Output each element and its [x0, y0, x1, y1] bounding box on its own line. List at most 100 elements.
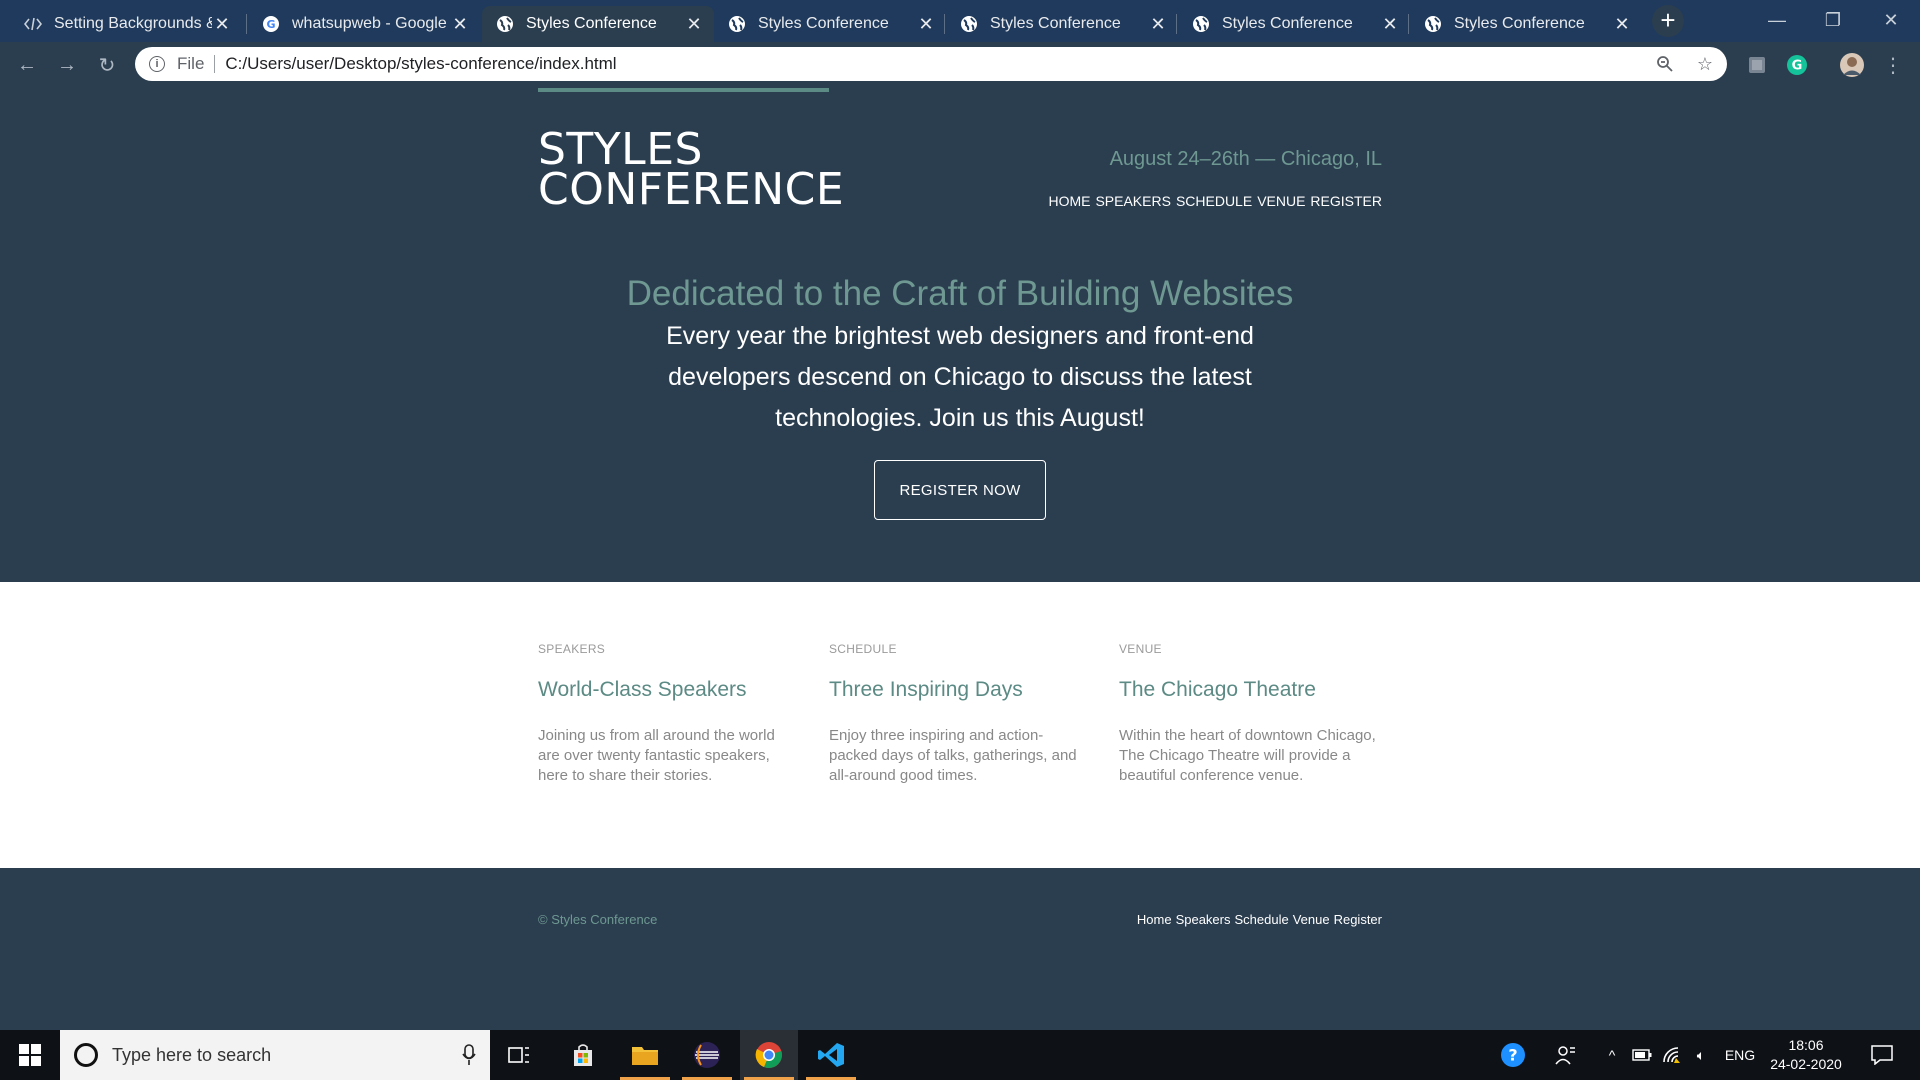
- restore-icon[interactable]: ❐: [1810, 0, 1856, 40]
- wifi-icon[interactable]: [1658, 1030, 1686, 1080]
- browser-tab[interactable]: G whatsupweb - Google S ✕: [248, 6, 480, 42]
- feature-text: Within the heart of downtown Chicago, Th…: [1119, 727, 1376, 784]
- zoom-icon[interactable]: [1655, 54, 1675, 74]
- footer-nav-speakers[interactable]: Speakers: [1176, 912, 1231, 927]
- browser-tab-active[interactable]: Styles Conference ✕: [482, 6, 714, 42]
- footer-nav-venue[interactable]: Venue: [1293, 912, 1330, 927]
- info-icon[interactable]: i: [149, 56, 165, 72]
- browser-tab[interactable]: Styles Conference ✕: [1178, 6, 1410, 42]
- browser-tab[interactable]: Styles Conference ✕: [714, 6, 946, 42]
- svg-text:G: G: [1792, 59, 1803, 74]
- chevron-up-icon[interactable]: ^: [1600, 1030, 1624, 1080]
- task-view-icon[interactable]: [490, 1030, 548, 1080]
- close-icon[interactable]: ✕: [1612, 14, 1632, 34]
- svg-text:G: G: [266, 18, 275, 31]
- feature-venue: VENUE The Chicago Theatre Within the hea…: [1119, 642, 1379, 786]
- close-window-icon[interactable]: ✕: [1868, 0, 1914, 40]
- hero-tagline: Dedicated to the Craft of Building Websi…: [626, 274, 1294, 313]
- help-icon[interactable]: ?: [1490, 1030, 1536, 1080]
- grammarly-icon[interactable]: G: [1782, 50, 1812, 80]
- url-scheme: File: [177, 54, 205, 73]
- microphone-icon[interactable]: [462, 1044, 476, 1066]
- clock[interactable]: 18:06 24-02-2020: [1766, 1036, 1846, 1074]
- windows-start-icon[interactable]: [0, 1030, 60, 1080]
- tab-title: Styles Conference: [1454, 15, 1585, 32]
- header-accent-line: [538, 88, 829, 92]
- eclipse-icon[interactable]: [678, 1030, 736, 1080]
- globe-icon: [1192, 15, 1210, 33]
- tab-title: Styles Conference: [990, 15, 1121, 32]
- volume-icon[interactable]: 🔈︎: [1688, 1030, 1714, 1080]
- primary-nav: HOME SPEAKERS SCHEDULE VENUE REGISTER: [1048, 193, 1382, 209]
- close-icon[interactable]: ✕: [684, 14, 704, 34]
- footer-nav-home[interactable]: Home: [1137, 912, 1172, 927]
- minimize-icon[interactable]: —: [1754, 0, 1800, 40]
- language-indicator[interactable]: ENG: [1720, 1030, 1760, 1080]
- browser-tab[interactable]: Styles Conference ✕: [946, 6, 1178, 42]
- address-bar[interactable]: i File C:/Users/user/Desktop/styles-conf…: [135, 47, 1727, 81]
- feature-title[interactable]: Three Inspiring Days: [829, 678, 1089, 702]
- site-logo[interactable]: STYLES CONFERENCE: [538, 128, 844, 212]
- url-divider: [214, 55, 216, 73]
- forward-icon[interactable]: →: [52, 50, 82, 80]
- footer-nav: Home Speakers Schedule Venue Register: [1137, 912, 1382, 927]
- battery-icon[interactable]: [1628, 1030, 1656, 1080]
- file-explorer-icon[interactable]: [616, 1030, 674, 1080]
- event-dates: August 24–26th — Chicago, IL: [1109, 148, 1382, 170]
- nav-schedule[interactable]: SCHEDULE: [1176, 193, 1252, 209]
- tab-title: Styles Conference: [526, 15, 657, 32]
- tab-title: Styles Conference: [1222, 15, 1353, 32]
- feature-title[interactable]: World-Class Speakers: [538, 678, 798, 702]
- feature-title[interactable]: The Chicago Theatre: [1119, 678, 1379, 702]
- close-icon[interactable]: ✕: [450, 14, 470, 34]
- taskbar-search[interactable]: Type here to search: [60, 1030, 490, 1080]
- back-icon[interactable]: ←: [12, 50, 42, 80]
- google-icon: G: [262, 15, 280, 33]
- page-footer: © Styles Conference Home Speakers Schedu…: [0, 868, 1920, 1030]
- chrome-icon[interactable]: [740, 1030, 798, 1080]
- tab-divider: [1176, 14, 1177, 34]
- feature-speakers: SPEAKERS World-Class Speakers Joining us…: [538, 642, 798, 786]
- feature-text: Enjoy three inspiring and action-packed …: [829, 727, 1077, 784]
- tab-title: whatsupweb - Google S: [292, 15, 450, 32]
- tab-title: Setting Backgrounds &: [54, 15, 212, 32]
- new-tab-button[interactable]: +: [1652, 5, 1684, 37]
- footer-nav-register[interactable]: Register: [1334, 912, 1382, 927]
- feature-text: Joining us from all around the world are…: [538, 727, 775, 784]
- copyright-text: © Styles Conference: [538, 912, 658, 927]
- nav-home[interactable]: HOME: [1048, 193, 1090, 209]
- people-icon[interactable]: [1546, 1030, 1586, 1080]
- nav-venue[interactable]: VENUE: [1257, 193, 1305, 209]
- browser-tab[interactable]: Styles Conference ✕: [1410, 6, 1642, 42]
- extension-icon[interactable]: [1742, 50, 1772, 80]
- hero-lead: Every year the brightest web designers a…: [666, 322, 1254, 432]
- close-icon[interactable]: ✕: [916, 14, 936, 34]
- feature-kicker: VENUE: [1119, 642, 1162, 656]
- bookmark-star-icon[interactable]: ☆: [1695, 54, 1715, 74]
- feature-kicker: SCHEDULE: [829, 642, 897, 656]
- windows-taskbar: Type here to search ? ^ 🔈︎ ENG 18:06 24-…: [0, 1030, 1920, 1080]
- register-now-button[interactable]: REGISTER NOW: [874, 460, 1046, 520]
- browser-toolbar: ← → ↻ i File C:/Users/user/Desktop/style…: [0, 42, 1920, 88]
- close-icon[interactable]: ✕: [212, 14, 232, 34]
- nav-speakers[interactable]: SPEAKERS: [1095, 193, 1170, 209]
- close-icon[interactable]: ✕: [1380, 14, 1400, 34]
- nav-register[interactable]: REGISTER: [1310, 193, 1382, 209]
- notifications-icon[interactable]: [1862, 1030, 1902, 1080]
- tab-divider: [944, 14, 945, 34]
- feature-schedule: SCHEDULE Three Inspiring Days Enjoy thre…: [829, 642, 1089, 786]
- browser-tab[interactable]: Setting Backgrounds & ✕: [10, 6, 242, 42]
- close-icon[interactable]: ✕: [1148, 14, 1168, 34]
- globe-icon: [496, 15, 514, 33]
- store-icon[interactable]: [554, 1030, 612, 1080]
- web-page: STYLES CONFERENCE August 24–26th — Chica…: [0, 88, 1920, 1030]
- tab-divider: [1408, 14, 1409, 34]
- cortana-icon: [74, 1043, 98, 1067]
- profile-avatar[interactable]: [1837, 50, 1867, 80]
- menu-kebab-icon[interactable]: ⋮: [1878, 50, 1908, 80]
- vscode-icon[interactable]: [802, 1030, 860, 1080]
- footer-nav-schedule[interactable]: Schedule: [1234, 912, 1288, 927]
- reload-icon[interactable]: ↻: [92, 50, 122, 80]
- url-text[interactable]: C:/Users/user/Desktop/styles-conference/…: [225, 54, 616, 74]
- features-section: SPEAKERS World-Class Speakers Joining us…: [0, 582, 1920, 868]
